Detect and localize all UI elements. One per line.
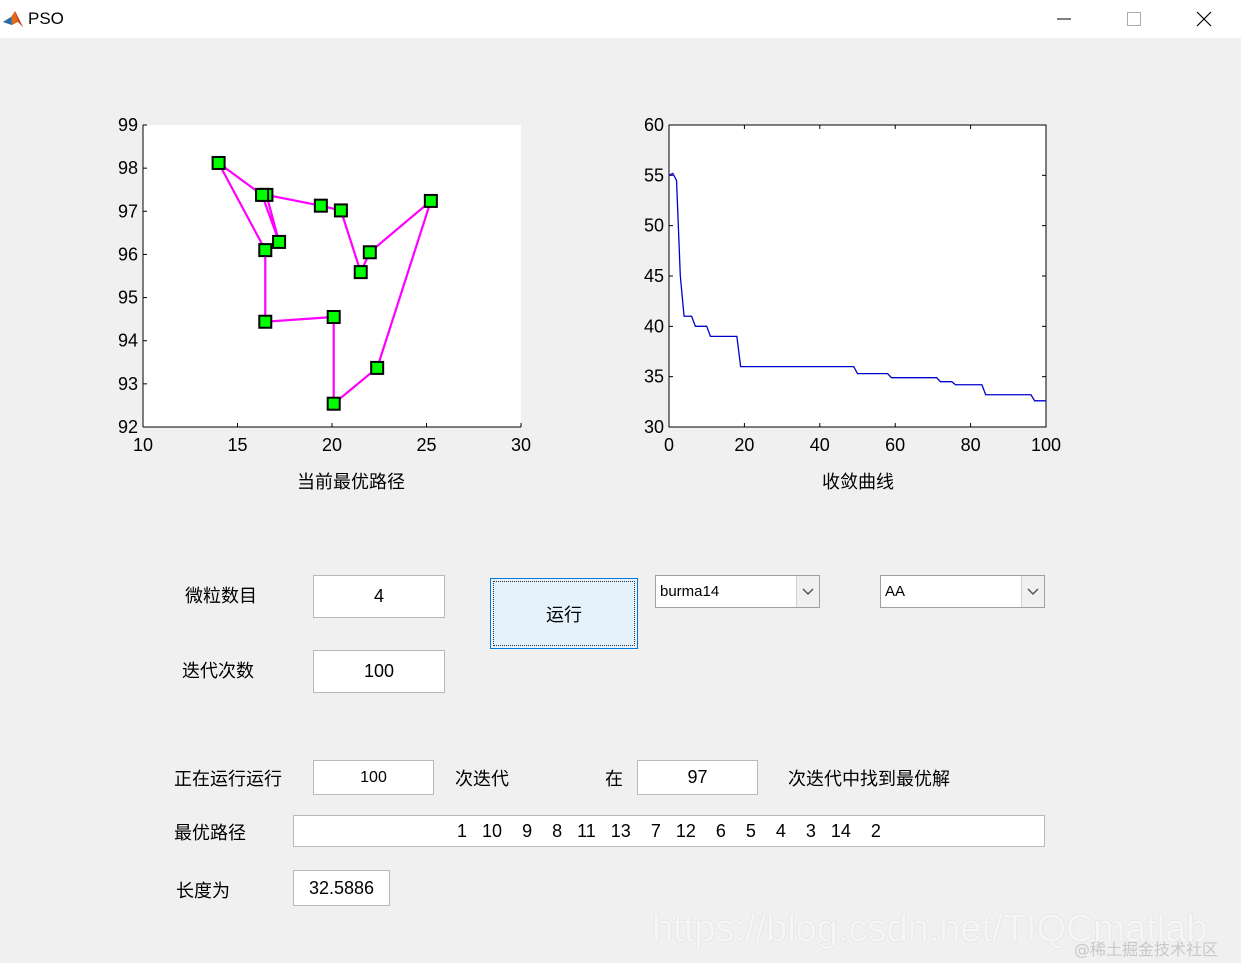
y-tick-label: 99 — [118, 115, 138, 135]
length-label: 长度为 — [176, 881, 230, 902]
route-plot-caption: 当前最优路径 — [297, 472, 405, 492]
x-tick-label: 60 — [885, 435, 905, 455]
city-marker — [370, 360, 385, 375]
city-marker — [211, 155, 226, 170]
x-tick-label: 25 — [416, 435, 436, 455]
route-plot-area — [143, 125, 521, 427]
algorithm-select-value: AA — [885, 583, 906, 600]
iterations-input[interactable]: 100 — [313, 650, 445, 693]
at-label: 在 — [605, 769, 623, 790]
x-tick-label: 20 — [734, 435, 754, 455]
city-marker — [362, 245, 377, 260]
iterations-label: 迭代次数 — [182, 661, 254, 682]
x-tick-label: 0 — [664, 435, 674, 455]
algorithm-select[interactable]: AA — [880, 575, 1045, 608]
particle-count-label: 微粒数目 — [185, 586, 257, 607]
city-marker — [258, 243, 273, 258]
best-path-field: 1 10 9 8 11 13 7 12 6 5 4 3 14 2 — [293, 815, 1045, 847]
y-tick-label: 40 — [644, 316, 664, 336]
city-marker — [333, 203, 348, 218]
city-marker — [423, 193, 438, 208]
x-tick-label: 30 — [511, 435, 531, 455]
city-marker — [353, 265, 368, 280]
convergence-plot-caption: 收敛曲线 — [822, 472, 894, 492]
running-label: 正在运行运行 — [174, 769, 282, 790]
minimize-button[interactable] — [1029, 0, 1099, 38]
title-bar: PSO — [0, 0, 1241, 38]
y-tick-label: 98 — [118, 158, 138, 178]
y-tick-label: 50 — [644, 216, 664, 236]
city-marker — [272, 234, 287, 249]
city-marker — [313, 198, 328, 213]
maximize-button[interactable] — [1099, 0, 1169, 38]
convergence-plot-area — [668, 124, 1047, 428]
y-tick-label: 30 — [644, 417, 664, 437]
close-button[interactable] — [1169, 0, 1239, 38]
x-tick-label: 10 — [133, 435, 153, 455]
y-tick-label: 95 — [118, 288, 138, 308]
route-plot: 10 15 20 25 30 92 93 94 95 96 97 98 99 当前最优路径 — [118, 115, 531, 492]
best-path-label: 最优路径 — [174, 823, 246, 844]
maximize-icon — [1127, 12, 1141, 26]
y-tick-label: 93 — [118, 374, 138, 394]
x-tick-label: 40 — [810, 435, 830, 455]
y-tick-label: 35 — [644, 367, 664, 387]
city-marker — [326, 309, 341, 324]
length-field: 32.5886 — [293, 870, 390, 906]
y-tick-label: 45 — [644, 266, 664, 286]
dataset-select-value: burma14 — [660, 583, 720, 600]
x-tick-label: 20 — [322, 435, 342, 455]
y-tick-label: 55 — [644, 165, 664, 185]
iteration-label: 次迭代 — [455, 769, 509, 790]
y-tick-label: 60 — [644, 115, 664, 135]
found-label: 次迭代中找到最优解 — [788, 769, 950, 790]
x-tick-label: 80 — [961, 435, 981, 455]
running-iterations-field: 100 — [313, 760, 434, 795]
city-marker — [326, 396, 341, 411]
matlab-logo-icon — [3, 11, 23, 27]
city-marker — [258, 314, 273, 329]
x-tick-label: 15 — [227, 435, 247, 455]
y-tick-label: 97 — [118, 201, 138, 221]
window-title: PSO — [28, 9, 64, 28]
y-tick-label: 94 — [118, 331, 138, 351]
chevron-down-icon[interactable] — [1021, 576, 1044, 607]
city-marker — [255, 187, 270, 202]
run-button[interactable]: 运行 — [490, 578, 638, 649]
found-iteration-field: 97 — [637, 760, 758, 795]
dataset-select[interactable]: burma14 — [655, 575, 820, 608]
particle-count-input[interactable]: 4 — [313, 575, 445, 618]
convergence-plot: 0 20 40 60 80 100 30 35 40 45 50 55 60 收敛曲线 — [644, 115, 1061, 492]
chevron-down-icon[interactable] — [796, 576, 819, 607]
watermark-site: @稀土掘金技术社区 — [1074, 940, 1219, 959]
minimize-icon — [1057, 18, 1071, 20]
close-icon — [1196, 11, 1212, 27]
y-tick-label: 96 — [118, 244, 138, 264]
y-tick-label: 92 — [118, 417, 138, 437]
x-tick-label: 100 — [1031, 435, 1061, 455]
